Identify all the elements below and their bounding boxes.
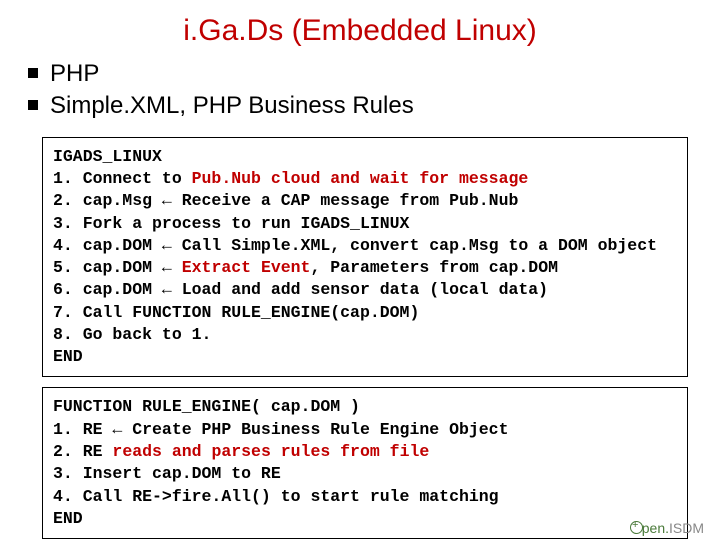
code-text: , Parameters from cap.DOM	[310, 258, 558, 277]
logo-text: pen.	[642, 520, 669, 536]
code-highlight: Extract Event	[182, 258, 311, 277]
code-line: 8. Go back to 1.	[53, 324, 677, 346]
logo-text-grey: ISDM	[669, 520, 704, 536]
code-line: END	[53, 508, 677, 530]
code-highlight: Pub.Nub cloud and wait for message	[192, 169, 529, 188]
code-text: 2. RE	[53, 442, 112, 461]
code-line: 6. cap.DOM ← Load and add sensor data (l…	[53, 279, 677, 301]
code-text: 5. cap.DOM ←	[53, 258, 182, 277]
list-item: Simple.XML, PHP Business Rules	[28, 90, 696, 122]
code-highlight: reads and parses rules from file	[112, 442, 429, 461]
algorithm-box-igads: IGADS_LINUX 1. Connect to Pub.Nub cloud …	[42, 137, 688, 378]
code-line: IGADS_LINUX	[53, 146, 677, 168]
code-line: 7. Call FUNCTION RULE_ENGINE(cap.DOM)	[53, 302, 677, 324]
code-line: 3. Insert cap.DOM to RE	[53, 463, 677, 485]
list-item: PHP	[28, 58, 696, 90]
code-line: 1. RE ← Create PHP Business Rule Engine …	[53, 419, 677, 441]
code-line: END	[53, 346, 677, 368]
slide-title: i.Ga.Ds (Embedded Linux)	[24, 14, 696, 48]
logo-icon	[630, 521, 643, 534]
code-line: 2. RE reads and parses rules from file	[53, 441, 677, 463]
algorithm-box-rule-engine: FUNCTION RULE_ENGINE( cap.DOM ) 1. RE ← …	[42, 387, 688, 539]
code-line: 5. cap.DOM ← Extract Event, Parameters f…	[53, 257, 677, 279]
code-line: FUNCTION RULE_ENGINE( cap.DOM )	[53, 396, 677, 418]
code-text: 1. Connect to	[53, 169, 192, 188]
footer-logo: pen.ISDM	[630, 520, 704, 536]
code-line: 1. Connect to Pub.Nub cloud and wait for…	[53, 168, 677, 190]
bullet-list: PHP Simple.XML, PHP Business Rules	[28, 58, 696, 123]
code-line: 4. cap.DOM ← Call Simple.XML, convert ca…	[53, 235, 677, 257]
code-line: 2. cap.Msg ← Receive a CAP message from …	[53, 190, 677, 212]
code-line: 3. Fork a process to run IGADS_LINUX	[53, 213, 677, 235]
code-line: 4. Call RE->fire.All() to start rule mat…	[53, 486, 677, 508]
